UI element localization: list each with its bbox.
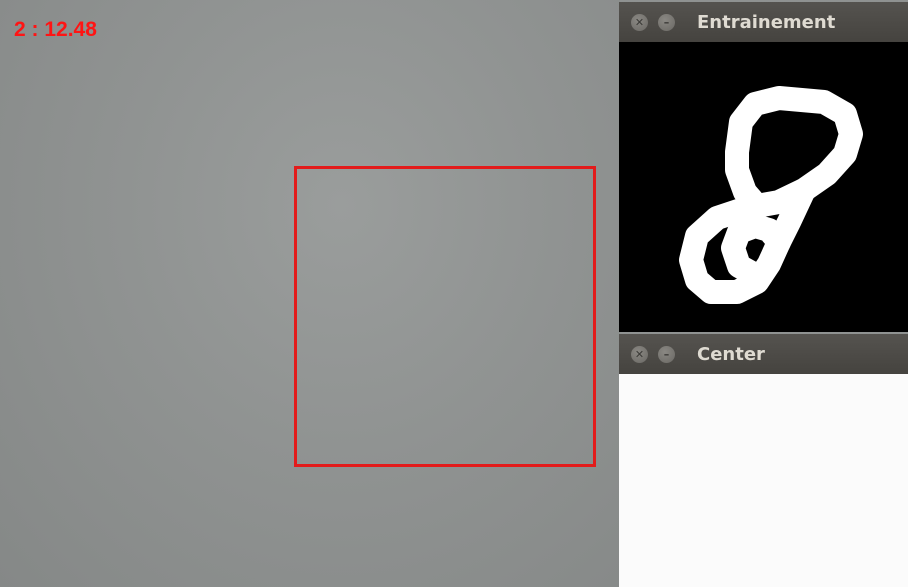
handwritten-digit-8-icon <box>679 86 863 304</box>
window-title: Entrainement <box>697 12 836 33</box>
minimize-button[interactable]: – <box>658 14 675 31</box>
minimize-button[interactable]: – <box>658 346 675 363</box>
capture-region-box <box>294 166 596 467</box>
entrainement-window: ✕ – Entrainement <box>619 2 908 332</box>
training-image-panel <box>619 42 908 332</box>
entrainement-titlebar[interactable]: ✕ – Entrainement <box>619 2 908 42</box>
window-title: Center <box>697 344 765 365</box>
center-window: ✕ – Center <box>619 334 908 587</box>
close-button[interactable]: ✕ <box>631 346 648 363</box>
prediction-text: 2 : 12.48 <box>14 18 97 41</box>
close-button[interactable]: ✕ <box>631 14 648 31</box>
camera-feed: 2 : 12.48 <box>0 0 620 587</box>
center-image-panel <box>619 374 908 587</box>
center-titlebar[interactable]: ✕ – Center <box>619 334 908 374</box>
